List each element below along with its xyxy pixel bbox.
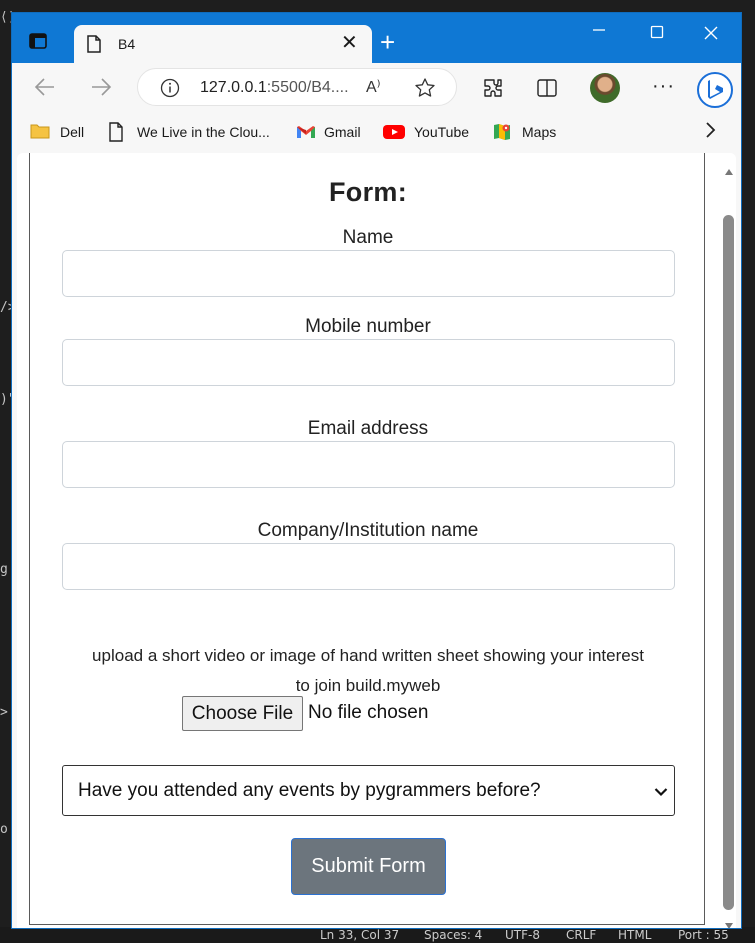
email-field[interactable]	[62, 441, 675, 488]
file-status: No file chosen	[308, 702, 429, 723]
status-encoding[interactable]: UTF-8	[505, 928, 540, 942]
events-select-value: Have you attended any events by pygramme…	[78, 780, 541, 801]
forward-arrow-icon[interactable]	[90, 77, 112, 102]
maximize-icon[interactable]	[650, 25, 664, 44]
name-label: Name	[342, 227, 394, 248]
bookmark-label: Gmail	[324, 124, 361, 140]
bookmark-we-live-in-the-cloud[interactable]: We Live in the Clou...	[108, 122, 283, 145]
events-select[interactable]: Have you attended any events by pygramme…	[62, 765, 675, 816]
bookmark-label: YouTube	[414, 124, 470, 140]
editor-gutter-glyph: o	[0, 822, 8, 837]
bookmark-maps[interactable]: Maps	[492, 123, 562, 143]
tab-actions-icon[interactable]	[28, 31, 52, 55]
status-language[interactable]: HTML	[618, 928, 651, 942]
url-path: :5500/B4....	[266, 79, 349, 96]
page-viewport: Form: Name Mobile number Email address C…	[17, 153, 736, 928]
url-host: 127.0.0.1	[200, 79, 267, 96]
back-arrow-icon[interactable]	[34, 77, 56, 102]
tab-active[interactable]: B4 ✕	[74, 25, 372, 63]
minimize-icon[interactable]	[592, 23, 606, 42]
tab-title: B4	[118, 36, 136, 52]
bookmark-gmail[interactable]: Gmail	[296, 123, 376, 143]
extensions-icon[interactable]	[482, 77, 504, 104]
title-bar: B4 ✕ +	[12, 13, 741, 63]
url-text[interactable]: 127.0.0.1:5500/B4....	[200, 79, 349, 97]
browser-window: B4 ✕ + 127.0.0.1:5500/B4.... A⁾ ··· Dell…	[11, 12, 742, 929]
status-indentation[interactable]: Spaces: 4	[424, 928, 482, 942]
mobile-field[interactable]	[62, 339, 675, 386]
close-icon[interactable]: ✕	[341, 33, 358, 53]
scroll-down-icon[interactable]	[724, 917, 734, 928]
submit-button[interactable]: Submit Form	[291, 838, 446, 895]
avatar[interactable]	[590, 73, 620, 103]
page-title: Form:	[329, 177, 407, 207]
mobile-label: Mobile number	[305, 316, 431, 337]
scroll-thumb[interactable]	[723, 215, 734, 910]
form-container: Form: Name Mobile number Email address C…	[29, 153, 705, 925]
read-aloud-icon[interactable]: A⁾	[366, 77, 381, 97]
more-options-icon[interactable]: ···	[652, 75, 675, 98]
scrollbar[interactable]	[721, 153, 736, 928]
bookmark-youtube[interactable]: YouTube	[383, 123, 478, 143]
editor-status-bar: Ln 33, Col 37 Spaces: 4 UTF-8 CRLF HTML …	[0, 927, 755, 943]
upload-instructions: upload a short video or image of hand wr…	[92, 646, 644, 695]
page-icon	[108, 122, 124, 145]
navigation-toolbar: 127.0.0.1:5500/B4.... A⁾ ···	[12, 63, 741, 115]
company-label: Company/Institution name	[257, 520, 479, 541]
bookmark-label: Dell	[60, 124, 85, 140]
new-tab-button[interactable]: +	[380, 29, 395, 55]
info-icon[interactable]	[160, 78, 180, 103]
favorite-star-icon[interactable]	[414, 77, 436, 104]
status-port[interactable]: Port : 55	[678, 928, 729, 942]
editor-gutter-glyph: >	[0, 705, 8, 720]
choose-file-button[interactable]: Choose File	[182, 696, 303, 731]
email-label: Email address	[307, 418, 429, 439]
folder-icon	[30, 122, 50, 143]
maps-icon	[492, 122, 512, 145]
editor-gutter-glyph: g	[0, 562, 8, 577]
status-eol[interactable]: CRLF	[566, 928, 596, 942]
company-field[interactable]	[62, 543, 675, 590]
gmail-icon	[296, 124, 316, 143]
name-field[interactable]	[62, 250, 675, 297]
status-cursor-position[interactable]: Ln 33, Col 37	[320, 928, 399, 942]
bookmark-label: We Live in the Clou...	[137, 124, 270, 140]
page-icon	[86, 35, 102, 58]
bookmark-label: Maps	[522, 124, 557, 140]
copilot-icon[interactable]	[696, 71, 734, 114]
bookmark-dell[interactable]: Dell	[30, 123, 90, 143]
address-bar[interactable]: 127.0.0.1:5500/B4.... A⁾	[137, 68, 457, 106]
chevron-right-icon[interactable]	[704, 121, 716, 144]
scroll-up-icon[interactable]	[724, 163, 734, 181]
window-close-icon[interactable]	[703, 25, 719, 46]
bookmarks-bar: Dell We Live in the Clou... Gmail YouTub…	[12, 115, 741, 149]
split-screen-icon[interactable]	[536, 77, 558, 104]
chevron-down-icon	[654, 784, 668, 802]
youtube-icon	[383, 124, 405, 143]
